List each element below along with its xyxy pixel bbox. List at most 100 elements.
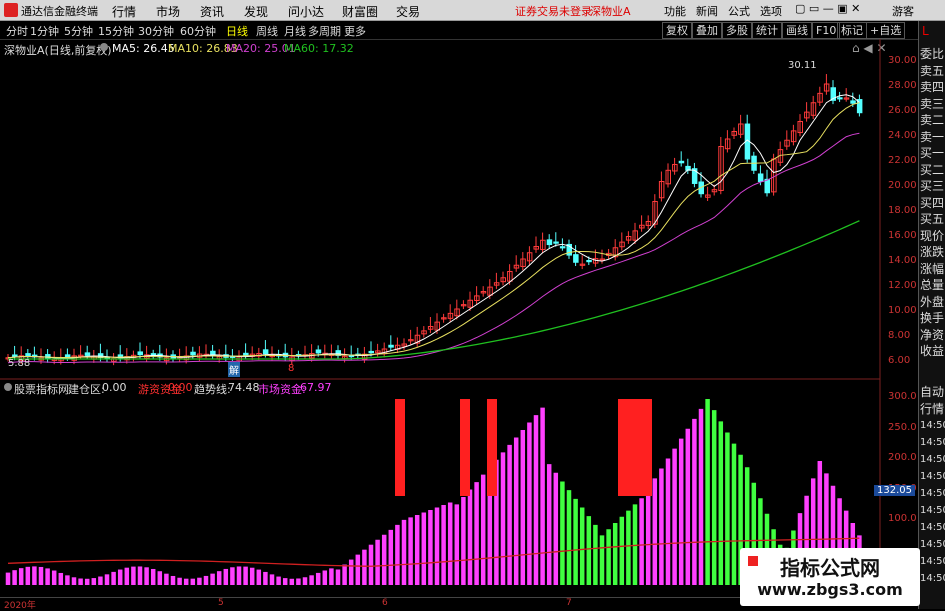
event-marker-2[interactable]: 8 (288, 363, 294, 374)
panel-tick-label: 14:50 (920, 573, 945, 584)
osc-tick-label: 300.0 (888, 391, 917, 402)
candle-body (190, 351, 196, 356)
menu-news[interactable]: 资讯 (200, 3, 224, 20)
period-more[interactable]: 更多 (344, 23, 366, 39)
panel-order-label: 总量 (920, 278, 945, 292)
candle-body (64, 354, 71, 358)
date-label: 7 (566, 598, 572, 608)
osc-build-value: 0.00 (102, 381, 127, 394)
high-annotation: 30.11 (788, 60, 817, 71)
candle-body (559, 246, 566, 249)
osc-axis: 300.0250.0200.0150.0100.0 (880, 0, 918, 600)
panel-order-label: 收益 (920, 344, 945, 358)
menu-wealth[interactable]: 财富圈 (342, 3, 378, 20)
panel-tick-label: 14:50 (920, 522, 945, 533)
candle-body (84, 352, 91, 356)
panel-collapse-label[interactable]: L (922, 24, 945, 38)
panel-tick-label: 14:50 (920, 488, 945, 499)
panel-order-label: 外盘 (920, 294, 945, 309)
panel-order-label: 涨幅 (920, 261, 945, 276)
panel-order-label: 卖四 (920, 80, 945, 94)
panel-order-label: 买五 (920, 212, 945, 226)
candle-body (12, 354, 18, 357)
candle-body (315, 349, 322, 354)
overlay-button[interactable]: 叠加 (692, 22, 722, 39)
menu-ask[interactable]: 问小达 (288, 3, 324, 20)
panel-tick-label: 14:50 (920, 539, 945, 550)
title-bar: 通达信金融终端 行情 市场 资讯 发现 问小达 财富圈 交易 证券交易未登录 深… (0, 0, 945, 21)
low-annotation: 5.88 (8, 358, 31, 369)
panel-tick-label: 14:50 (920, 556, 945, 567)
hot-money-block (618, 399, 652, 496)
period-15min[interactable]: 15分钟 (98, 23, 134, 39)
panel-tick-label: 14:50 (920, 420, 945, 431)
ma-line (7, 102, 860, 359)
panel-tick-label[interactable]: 行情 (920, 402, 945, 416)
candle-body (388, 344, 394, 348)
candle-body (586, 259, 592, 263)
panel-order-label: 卖一 (920, 129, 945, 144)
multi-stock-button[interactable]: 多股 (722, 22, 752, 39)
candle-body (764, 178, 770, 194)
panel-tick-label[interactable]: 自动 (920, 385, 945, 399)
period-daily[interactable]: 日线 (226, 23, 248, 39)
panel-order-label: 买三 (920, 179, 945, 193)
app-title: 通达信金融终端 (21, 5, 98, 18)
menu-trade[interactable]: 交易 (396, 3, 420, 20)
period-1min[interactable]: 1分钟 (30, 23, 59, 39)
hot-money-block (395, 399, 405, 496)
panel-order-label: 卖三 (920, 96, 945, 111)
candle-body (243, 352, 249, 356)
panel-order-label: 委比 (920, 47, 945, 61)
osc-market-label: 市场资金: (258, 383, 306, 396)
menu-options[interactable]: 选项 (760, 3, 782, 19)
panel-tick-label: 14:50 (920, 505, 945, 516)
panel-order-label: 买二 (920, 162, 945, 177)
menu-function[interactable]: 功能 (664, 3, 686, 19)
panel-order-label: 买一 (920, 146, 945, 160)
period-monthly[interactable]: 月线 (284, 23, 306, 39)
stats-button[interactable]: 统计 (752, 22, 782, 39)
candle-body (368, 350, 374, 354)
panel-order-label: 现价 (920, 228, 945, 243)
adjust-button[interactable]: 复权 (662, 22, 692, 39)
osc-trend-value: 74.48 (228, 381, 260, 394)
period-toolbar: 分时 1分钟 5分钟 15分钟 30分钟 60分钟 日线 周线 月线 多周期 更… (0, 21, 920, 40)
candle-body (850, 100, 856, 104)
panel-order-label: 涨跌 (920, 245, 945, 259)
panel-order-label: 净资 (920, 327, 945, 342)
period-tick[interactable]: 分时 (6, 23, 28, 39)
panel-order-label: 卖五 (920, 63, 945, 78)
panel-order-label: 换手 (920, 311, 945, 325)
watermark-url: www.zbgs3.com (757, 580, 903, 599)
watermark: 指标公式网 www.zbgs3.com (740, 548, 920, 606)
candle-body (546, 239, 553, 246)
stock-chart[interactable] (0, 39, 918, 597)
menu-discover[interactable]: 发现 (244, 3, 268, 20)
window-controls[interactable]: ▢ ▭ — ▣ ✕ (795, 2, 860, 15)
menu-quotes[interactable]: 行情 (112, 3, 136, 20)
app-logo-icon (4, 3, 18, 17)
period-multi[interactable]: 多周期 (308, 23, 341, 39)
event-marker-1[interactable]: 解 (228, 362, 240, 377)
menu-market[interactable]: 市场 (156, 3, 180, 20)
period-weekly[interactable]: 周线 (256, 23, 278, 39)
date-label: 5 (218, 598, 224, 608)
osc-tick-label: 200.0 (888, 452, 917, 463)
period-60min[interactable]: 60分钟 (180, 23, 216, 39)
period-30min[interactable]: 30分钟 (138, 23, 174, 39)
osc-settings-icon[interactable] (4, 383, 12, 391)
draw-line-button[interactable]: 画线 (782, 22, 812, 39)
candle-body (573, 254, 579, 263)
menu-formula[interactable]: 公式 (728, 3, 750, 19)
panel-order-label: 买四 (920, 195, 945, 210)
menu-newsroom[interactable]: 新闻 (696, 3, 718, 19)
mark-button[interactable]: 标记 (837, 22, 867, 39)
osc-current-value: 132.05 (874, 485, 915, 496)
hot-money-block (460, 399, 470, 496)
trend-line (7, 537, 860, 567)
period-5min[interactable]: 5分钟 (64, 23, 93, 39)
login-status[interactable]: 证券交易未登录 (515, 3, 592, 19)
panel-tick-label: 14:50 (920, 454, 945, 465)
ma-line (7, 132, 860, 364)
